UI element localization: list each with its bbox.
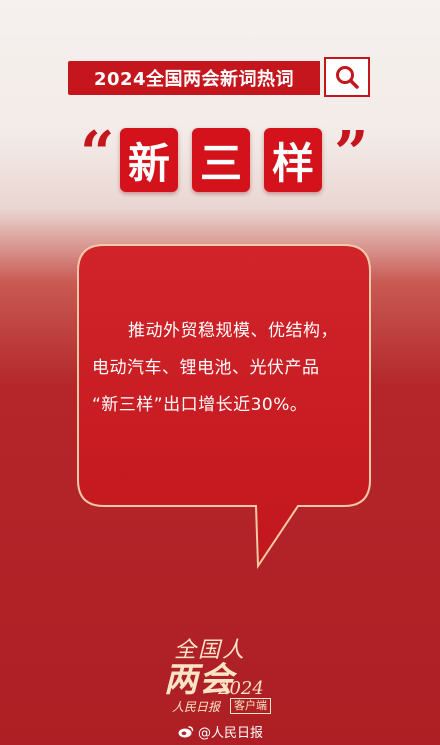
body-line: 电动汽车、锂电池、光伏产品 (92, 358, 320, 378)
search-icon (336, 66, 359, 89)
logo-brand: 人民日报 (172, 700, 221, 714)
two-sessions-logo: 全国人 两会 2024 人民日报 客户端 (160, 632, 290, 720)
topic-title: 2024全国两会新词热词 (68, 61, 320, 95)
open-quote: “ (80, 119, 115, 189)
weibo-icon (178, 726, 194, 738)
search-button (324, 57, 370, 97)
headline-char: 样 (264, 128, 322, 192)
topic-search-bar: 2024全国两会新词热词 (68, 57, 372, 99)
logo-client-badge: 客户端 (230, 698, 271, 714)
watermark-text: @人民日报 (198, 726, 264, 741)
logo-year: 2024 (218, 678, 264, 699)
headline-char: 新 (120, 128, 178, 192)
headline: “ 新 三 样 ” (76, 118, 369, 208)
headline-char: 三 (192, 128, 250, 192)
body-line: 推动外贸稳规模、优结构， (128, 321, 338, 341)
bubble-text: 推动外贸稳规模、优结构， 电动汽车、锂电池、光伏产品 “新三样”出口增长近30%… (92, 313, 368, 424)
close-quote: ” (334, 119, 369, 189)
watermark: @人民日报 (178, 722, 263, 741)
body-line: “新三样”出口增长近30%。 (92, 395, 308, 415)
